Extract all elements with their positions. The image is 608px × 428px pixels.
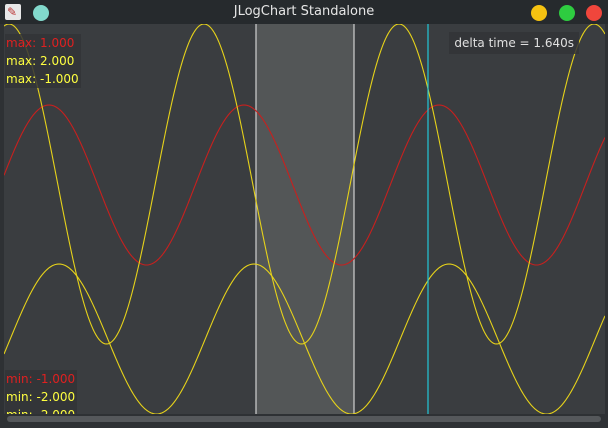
legend-top-red: max: 1.000 [6, 36, 75, 50]
chart-plot-area[interactable]: max: 1.000 max: 2.000 max: -1.000 min: -… [4, 24, 605, 414]
legend-bottom-yellow-2: min: -2.000 [6, 406, 75, 414]
legend-bottom-red: min: -1.000 [6, 372, 76, 386]
legend-bottom: min: -1.000 min: -2.000 min: -2.000 [5, 370, 78, 414]
title-bar[interactable]: ✎ JLogChart Standalone [0, 0, 608, 24]
legend-top-yellow-1: max: 2.000 [6, 54, 75, 68]
window-title: JLogChart Standalone [233, 4, 375, 19]
legend-top: max: 1.000 max: 2.000 max: -1.000 [5, 34, 81, 88]
app-window: ✎ JLogChart Standalone max: 1.000 max: 2… [0, 0, 608, 428]
delta-time-label: delta time = 1.640s [449, 32, 579, 54]
close-button[interactable] [586, 5, 602, 21]
legend-top-yellow-2: max: -1.000 [6, 72, 79, 86]
legend-bottom-yellow-1: min: -2.000 [6, 390, 76, 404]
minimize-button[interactable] [531, 5, 547, 21]
maximize-button[interactable] [559, 5, 575, 21]
horizontal-scrollbar[interactable] [4, 414, 604, 424]
scrollbar-thumb[interactable] [7, 416, 601, 422]
chart-svg[interactable] [4, 24, 605, 414]
selection-region [256, 24, 354, 414]
